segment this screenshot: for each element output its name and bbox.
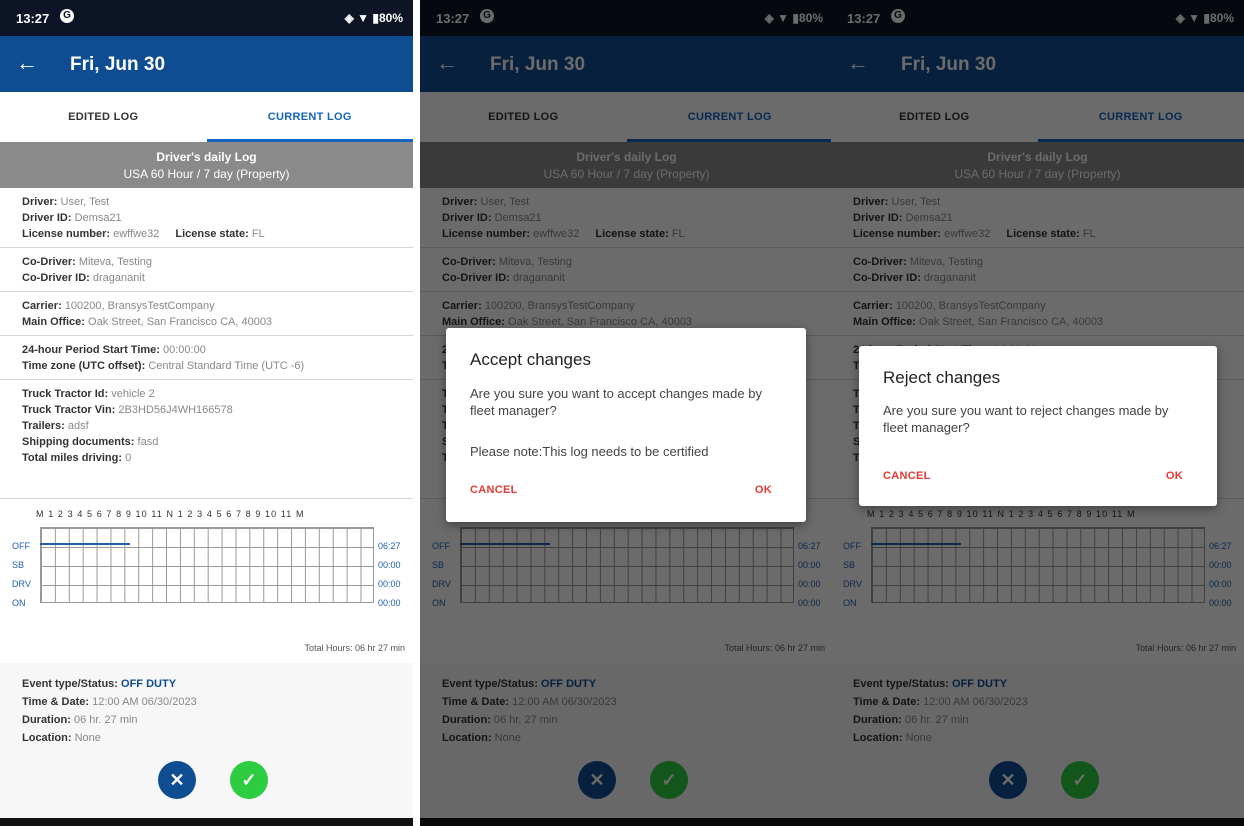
google-icon: G [60, 9, 74, 23]
accept-dialog-title: Accept changes [470, 350, 591, 369]
driver-id-label: Driver ID: [22, 212, 72, 224]
tractor-vin-value: 2B3HD56J4WH166578 [118, 404, 233, 416]
codriver-value: Miteva, Testing [78, 256, 153, 268]
accept-dialog-note: Please note:This log needs to be certifi… [470, 444, 709, 459]
main-office-value: Oak Street, San Francisco CA, 40003 [88, 316, 273, 328]
event-time-label: Time & Date: [22, 696, 90, 708]
period-start-label: 24-hour Period Start Time: [22, 344, 160, 356]
accept-button[interactable]: ✓ [230, 761, 268, 799]
driver-label: Driver: [22, 196, 58, 208]
status-time: 13:27 [16, 11, 50, 26]
graph-time-off: 06:27 [378, 541, 401, 551]
main-office-label: Main Office: [22, 316, 85, 328]
tractor-vin-label: Truck Tractor Vin: [22, 404, 116, 416]
period-block: 24-hour Period Start Time: 00:00:00 Time… [0, 336, 413, 380]
graph-row-times: 06:27 00:00 00:00 00:00 [378, 537, 401, 613]
total-miles-value: 0 [125, 452, 132, 464]
app-bar: ← Fri, Jun 30 [0, 36, 413, 92]
event-type-value: OFF DUTY [121, 678, 177, 690]
system-nav-bar [0, 818, 413, 826]
carrier-value: 100200, BransysTestCompany [64, 300, 215, 312]
tractor-id-value: vehicle 2 [111, 388, 155, 400]
log-details: Driver: User, Test Driver ID: Demsa21 Li… [0, 188, 413, 471]
reject-dialog-ok-button[interactable]: OK [1166, 470, 1183, 482]
timezone-label: Time zone (UTC offset): [22, 360, 146, 372]
tractor-id-label: Truck Tractor Id: [22, 388, 109, 400]
license-number-label: License number: [22, 228, 111, 240]
log-header: Driver's daily Log USA 60 Hour / 7 day (… [0, 142, 413, 188]
tab-current-log[interactable]: CURRENT LOG [206, 92, 413, 142]
graph-row-on: ON [12, 598, 26, 608]
graph-grid [40, 527, 374, 603]
event-details: Event type/Status: OFF DUTY Time & Date:… [0, 663, 413, 818]
graph-row-sb: SB [12, 560, 25, 570]
log-header-subtitle: USA 60 Hour / 7 day (Property) [123, 167, 290, 181]
screen-accept-dialog: 13:27 G ◈ ▼ ▮80% ← Fri, Jun 30 EDITED LO… [420, 0, 833, 826]
status-bar: 13:27 G ◈ ▼ ▮80% [0, 0, 413, 36]
battery-indicator: ◈ ▼ ▮80% [344, 11, 403, 25]
graph-time-sb: 00:00 [378, 560, 401, 570]
reject-dialog-title: Reject changes [883, 368, 1001, 387]
reject-button[interactable]: ✕ [158, 761, 196, 799]
check-icon: ✓ [241, 770, 257, 790]
timezone-value: Central Standard Time (UTC -6) [148, 360, 305, 372]
screen-log-review: 13:27 G ◈ ▼ ▮80% ← Fri, Jun 30 EDITED LO… [0, 0, 413, 826]
accept-changes-dialog: Accept changes Are you sure you want to … [446, 328, 806, 522]
driver-id-value: Demsa21 [74, 212, 122, 224]
graph-row-labels: OFF SB DRV ON [12, 537, 31, 613]
log-tabs: EDITED LOG CURRENT LOG [0, 92, 413, 142]
codriver-block: Co-Driver: Miteva, Testing Co-Driver ID:… [0, 248, 413, 292]
page-title: Fri, Jun 30 [70, 54, 166, 75]
screen-reject-dialog: 13:27 G ◈ ▼ ▮80% ← Fri, Jun 30 EDITED LO… [831, 0, 1244, 826]
shipping-docs-value: fasd [137, 436, 159, 448]
event-location-value: None [74, 732, 101, 744]
license-state-value: FL [251, 228, 265, 240]
event-duration-value: 06 hr. 27 min [73, 714, 138, 726]
graph-time-drv: 00:00 [378, 579, 401, 589]
reject-changes-dialog: Reject changes Are you sure you want to … [859, 346, 1217, 506]
total-miles-label: Total miles driving: [22, 452, 123, 464]
event-time-value: 12:00 AM 06/30/2023 [92, 696, 197, 708]
graph-off-duty-line [40, 543, 131, 545]
driver-block: Driver: User, Test Driver ID: Demsa21 Li… [0, 188, 413, 248]
vehicle-block: Truck Tractor Id: vehicle 2 Truck Tracto… [0, 380, 413, 471]
total-hours: Total Hours: 06 hr 27 min [304, 643, 405, 653]
event-duration-label: Duration: [22, 714, 71, 726]
trailers-label: Trailers: [22, 420, 65, 432]
codriver-id-value: dragananit [92, 272, 145, 284]
codriver-id-label: Co-Driver ID: [22, 272, 90, 284]
log-header-title: Driver's daily Log [156, 150, 257, 164]
shipping-docs-label: Shipping documents: [22, 436, 135, 448]
reject-dialog-message: Are you sure you want to reject changes … [883, 403, 1169, 435]
carrier-label: Carrier: [22, 300, 62, 312]
accept-dialog-message: Are you sure you want to accept changes … [470, 386, 762, 418]
license-state-label: License state: [175, 228, 249, 240]
duty-status-graph: M 1 2 3 4 5 6 7 8 9 10 11 N 1 2 3 4 5 6 … [0, 498, 413, 664]
accept-dialog-ok-button[interactable]: OK [755, 484, 772, 496]
graph-time-on: 00:00 [378, 598, 401, 608]
period-start-value: 00:00:00 [163, 344, 206, 356]
graph-row-drv: DRV [12, 579, 31, 589]
trailers-value: adsf [67, 420, 89, 432]
graph-hour-labels: M 1 2 3 4 5 6 7 8 9 10 11 N 1 2 3 4 5 6 … [36, 509, 305, 519]
back-arrow-icon[interactable]: ← [16, 50, 38, 76]
graph-row-off: OFF [12, 541, 30, 551]
carrier-block: Carrier: 100200, BransysTestCompany Main… [0, 292, 413, 336]
license-number-value: ewffwe32 [113, 228, 160, 240]
event-location-label: Location: [22, 732, 72, 744]
reject-dialog-cancel-button[interactable]: CANCEL [883, 470, 931, 482]
accept-dialog-cancel-button[interactable]: CANCEL [470, 484, 518, 496]
close-icon: ✕ [169, 770, 185, 790]
tab-edited-log[interactable]: EDITED LOG [0, 92, 207, 142]
event-type-label: Event type/Status: [22, 678, 118, 690]
driver-value: User, Test [60, 196, 110, 208]
codriver-label: Co-Driver: [22, 256, 76, 268]
